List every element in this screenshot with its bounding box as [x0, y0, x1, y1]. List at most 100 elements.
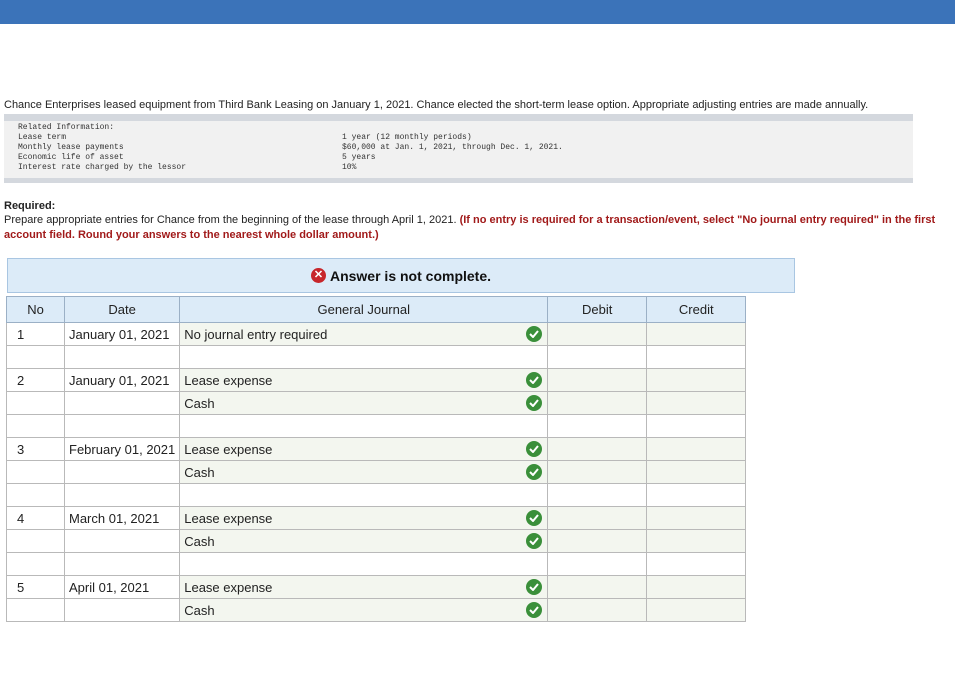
entry-date-field[interactable]	[63, 529, 181, 553]
account-name: Lease expense	[184, 372, 273, 388]
debit-field[interactable]	[547, 368, 648, 392]
debit-field[interactable]	[547, 322, 648, 346]
entry-date-field[interactable]: January 01, 2021	[63, 322, 181, 346]
entry-date-field[interactable]	[63, 460, 181, 484]
info-label: Lease term	[18, 133, 67, 142]
check-icon	[526, 441, 543, 457]
credit-field[interactable]	[646, 368, 747, 392]
table-row: Cash	[6, 460, 747, 484]
account-name: Cash	[184, 464, 215, 480]
debit-field[interactable]	[547, 506, 648, 530]
header-no: No	[6, 296, 65, 323]
debit-field[interactable]	[547, 391, 648, 415]
credit-field[interactable]	[646, 345, 747, 369]
credit-field[interactable]	[646, 483, 747, 507]
info-label: Monthly lease payments	[18, 143, 124, 152]
account-name: Cash	[184, 395, 215, 411]
account-name: Cash	[184, 602, 215, 618]
info-value: $60,000 at Jan. 1, 2021, through Dec. 1,…	[342, 143, 563, 152]
info-label: Interest rate charged by the lessor	[18, 163, 187, 172]
entry-number	[6, 598, 65, 622]
debit-field[interactable]	[547, 460, 648, 484]
account-field[interactable]	[179, 414, 549, 438]
debit-field[interactable]	[547, 437, 648, 461]
entry-date-field[interactable]	[63, 552, 181, 576]
debit-field[interactable]	[547, 552, 648, 576]
header-date: Date	[63, 296, 181, 323]
credit-field[interactable]	[646, 391, 747, 415]
top-banner	[0, 0, 955, 24]
related-information-box: Related Information: Lease term 1 year (…	[4, 114, 913, 183]
check-icon	[526, 464, 543, 480]
entry-number: 2	[6, 368, 65, 392]
account-name: Lease expense	[184, 510, 273, 526]
account-name: Cash	[184, 533, 215, 549]
credit-field[interactable]	[646, 437, 747, 461]
entry-number	[6, 483, 65, 507]
info-value: 1 year (12 monthly periods)	[342, 133, 472, 142]
table-row	[6, 552, 747, 576]
answer-status-banner: ✕ Answer is not complete.	[7, 258, 795, 293]
debit-field[interactable]	[547, 575, 648, 599]
table-header-row: No Date General Journal Debit Credit	[6, 296, 747, 323]
entry-date-field[interactable]	[63, 391, 181, 415]
table-row: 3 February 01, 2021 Lease expense	[6, 437, 747, 461]
account-field[interactable]: Lease expense	[179, 368, 549, 392]
info-heading: Related Information:	[18, 123, 115, 132]
account-field[interactable]	[179, 345, 549, 369]
entry-date-field[interactable]	[63, 414, 181, 438]
entry-date-field[interactable]: February 01, 2021	[63, 437, 181, 461]
credit-field[interactable]	[646, 598, 747, 622]
account-field[interactable]: Cash	[179, 460, 549, 484]
account-field[interactable]: Lease expense	[179, 575, 549, 599]
entry-date-field[interactable]: April 01, 2021	[63, 575, 181, 599]
debit-field[interactable]	[547, 414, 648, 438]
credit-field[interactable]	[646, 529, 747, 553]
credit-field[interactable]	[646, 460, 747, 484]
account-field[interactable]	[179, 483, 549, 507]
debit-field[interactable]	[547, 529, 648, 553]
debit-field[interactable]	[547, 345, 648, 369]
account-field[interactable]: No journal entry required	[179, 322, 549, 346]
credit-field[interactable]	[646, 552, 747, 576]
account-field[interactable]: Cash	[179, 529, 549, 553]
account-field[interactable]	[179, 552, 549, 576]
check-icon	[526, 372, 543, 388]
general-journal-table: No Date General Journal Debit Credit 1 Ja…	[6, 296, 747, 622]
required-title: Required:	[4, 200, 56, 212]
account-field[interactable]: Lease expense	[179, 506, 549, 530]
debit-field[interactable]	[547, 598, 648, 622]
check-icon	[526, 510, 543, 526]
required-instructions: Prepare appropriate entries for Chance f…	[4, 214, 457, 226]
check-icon	[526, 533, 543, 549]
table-row: Cash	[6, 529, 747, 553]
table-row: 2 January 01, 2021 Lease expense	[6, 368, 747, 392]
entry-number	[6, 460, 65, 484]
account-field[interactable]: Cash	[179, 391, 549, 415]
table-row: Cash	[6, 598, 747, 622]
account-name: Lease expense	[184, 579, 273, 595]
info-value: 10%	[342, 163, 357, 172]
credit-field[interactable]	[646, 575, 747, 599]
required-text: Prepare appropriate entries for Chance f…	[4, 213, 949, 243]
entry-date-field[interactable]: March 01, 2021	[63, 506, 181, 530]
entry-date-field[interactable]: January 01, 2021	[63, 368, 181, 392]
entry-number	[6, 391, 65, 415]
entry-number	[6, 552, 65, 576]
debit-field[interactable]	[547, 483, 648, 507]
account-field[interactable]: Cash	[179, 598, 549, 622]
entry-number: 4	[6, 506, 65, 530]
account-name: No journal entry required	[184, 326, 328, 342]
x-circle-icon: ✕	[310, 267, 326, 283]
header-credit: Credit	[646, 296, 747, 323]
entry-date-field[interactable]	[63, 483, 181, 507]
entry-number	[6, 414, 65, 438]
entry-date-field[interactable]	[63, 345, 181, 369]
account-field[interactable]: Lease expense	[179, 437, 549, 461]
credit-field[interactable]	[646, 506, 747, 530]
entry-number	[6, 529, 65, 553]
credit-field[interactable]	[646, 414, 747, 438]
entry-date-field[interactable]	[63, 598, 181, 622]
table-row	[6, 345, 747, 369]
credit-field[interactable]	[646, 322, 747, 346]
